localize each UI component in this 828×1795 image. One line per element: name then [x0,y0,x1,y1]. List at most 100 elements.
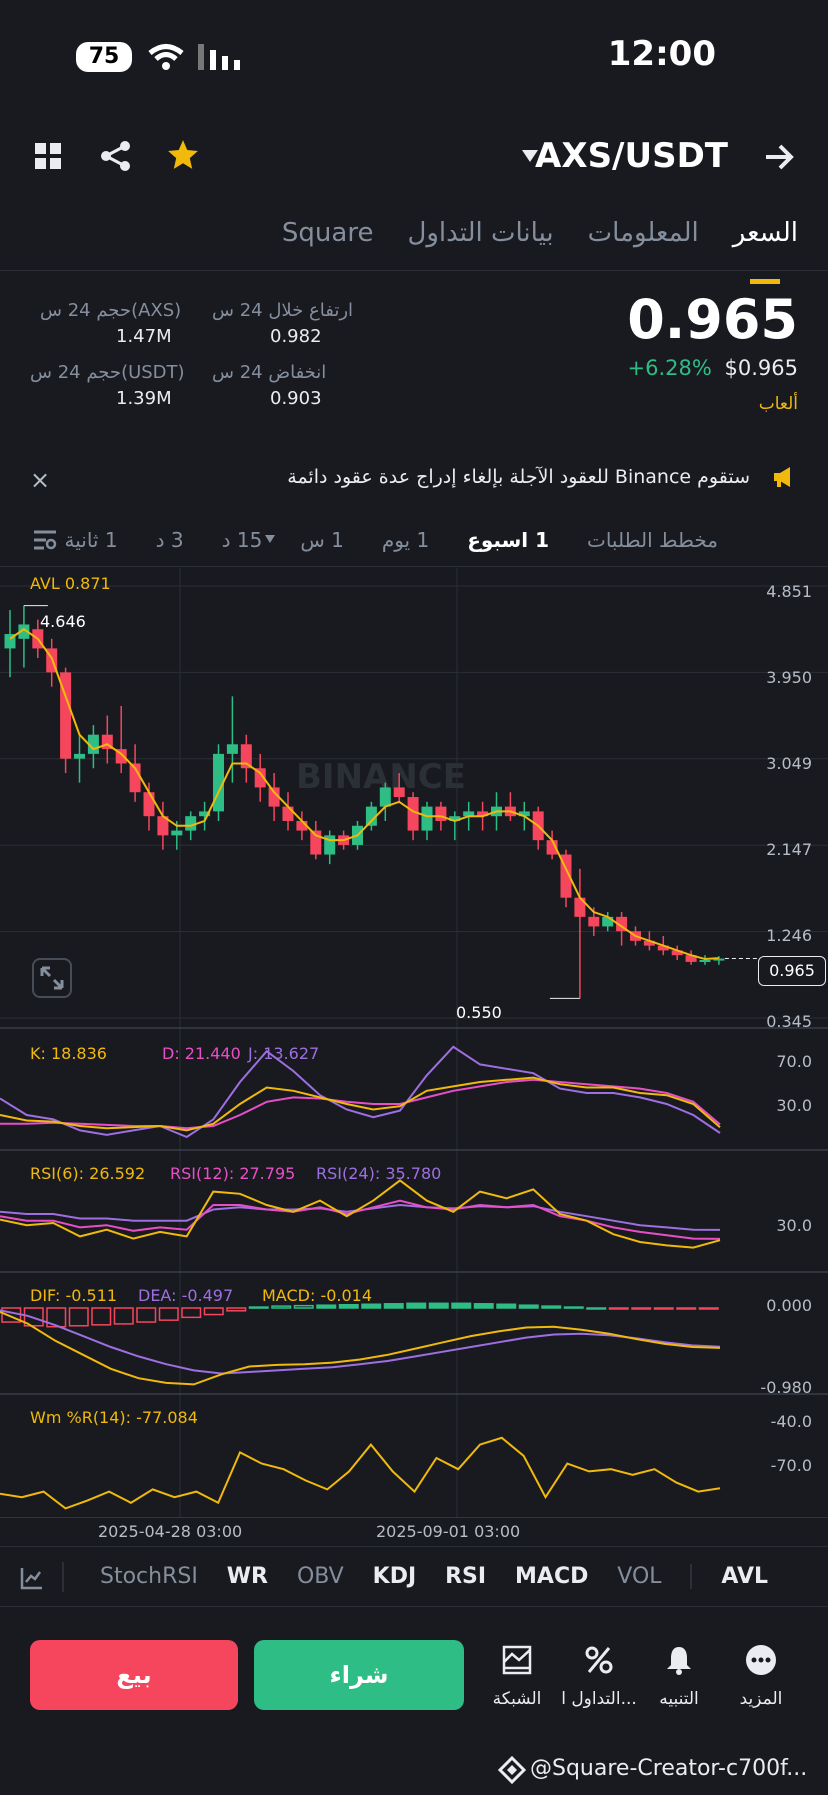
macd-histogram-bar [496,1303,517,1309]
trading-pair-title[interactable]: AXS/USDT [535,136,728,176]
indicator-tab-avl[interactable]: AVL [721,1564,768,1589]
usd-price: $0.965 [724,356,798,380]
status-bar: 75 12:00 [0,0,828,112]
tab-info[interactable]: المعلومات [588,218,699,268]
macd-histogram-bar [383,1303,404,1309]
macd-histogram-bar [293,1304,314,1309]
wifi-icon [148,44,184,70]
macd-histogram-bar [518,1304,539,1309]
volume-usdt-value: 1.39M [116,388,172,409]
notice-close-button[interactable]: × [30,466,50,494]
macd-histogram-bar [428,1302,449,1309]
percent-icon [585,1646,613,1674]
macd-histogram-bar [563,1306,584,1309]
tab-square[interactable]: Square [282,218,374,268]
signal-icon [198,44,240,70]
avl-label: AVL 0.871 [30,574,111,593]
interval-3m[interactable]: 3 د [156,528,184,552]
share-icon[interactable] [100,140,132,172]
interval-15m[interactable]: 15 د [222,528,263,552]
more-button[interactable]: المزيد [716,1644,806,1709]
indicator-tab-kdj[interactable]: KDJ [373,1564,417,1589]
divider [62,1562,64,1592]
notice-text[interactable]: ستقوم Binance للعقود الآجلة بإلغاء إدراج… [287,466,750,488]
rsi6-line [0,1179,721,1249]
candle-body [393,787,405,798]
more-icon [746,1645,776,1675]
fullscreen-button[interactable] [32,958,72,998]
divider [0,1546,828,1547]
axis-label: -40.0 [770,1412,812,1431]
announcement-icon [774,467,790,487]
macd-histogram-bar [203,1307,224,1316]
candlestick-chart[interactable]: BINANCE [0,568,828,1518]
interval-1s[interactable]: 1 ثانية [65,528,118,552]
alert-label: التنبيه [659,1689,699,1709]
indicator-tab-wr[interactable]: WR [227,1564,268,1589]
order-book-chart-tab[interactable]: مخطط الطلبات [587,528,718,552]
macd-histogram-bar [631,1307,652,1310]
category-tag[interactable]: ألعاب [759,394,798,414]
macd-histogram-bar [338,1303,359,1309]
chart-settings-icon[interactable] [32,528,58,552]
trading-bot-label: التداول ا... [561,1689,637,1709]
forward-arrow-icon[interactable] [762,140,796,174]
axis-label: 0.000 [766,1296,812,1315]
macd-value-label: MACD: -0.014 [262,1286,373,1305]
clock: 12:00 [607,34,716,74]
indicator-tab-macd[interactable]: MACD [515,1564,588,1589]
axis-label: 3.950 [766,668,812,687]
interval-1h[interactable]: 1 س [300,528,344,552]
indicator-chart-icon[interactable] [20,1566,44,1590]
trading-bot-button[interactable]: التداول ا... [554,1644,644,1709]
header-bar: AXS/USDT [0,120,828,192]
macd-dea-line [0,1309,721,1375]
tab-trading-data[interactable]: بيانات التداول [407,218,553,268]
indicator-tab-vol[interactable]: VOL [617,1564,661,1589]
kdj-d-label: D: 21.440 [162,1044,241,1063]
macd-histogram-bar [226,1307,247,1312]
macd-histogram-bar [181,1307,202,1319]
macd-histogram-bar [158,1307,179,1321]
binance-logo-icon [498,1756,526,1784]
volume-axs-label: حجم 24 س(AXS) [40,300,182,321]
rsi6-label: RSI(6): 26.592 [30,1164,146,1183]
grid-menu-icon[interactable] [34,142,62,170]
grid-bot-button[interactable]: الشبكة [472,1644,562,1709]
candle-body [602,916,614,927]
indicator-tab-stochrsi[interactable]: StochRSI [100,1564,198,1589]
interval-1w[interactable]: 1 اسبوع [467,528,549,552]
volume-usdt-label: حجم 24 س(USDT) [30,362,185,383]
axis-label: -0.980 [760,1378,812,1397]
candle-body [699,959,711,962]
indicator-tab-obv[interactable]: OBV [297,1564,344,1589]
macd-histogram-bar [653,1307,674,1310]
current-price-tag: 0.965 [758,956,826,986]
last-price: 0.965 [627,288,798,351]
buy-button[interactable]: شراء [254,1640,464,1710]
axis-label: 2.147 [766,840,812,859]
kdj-j-label: J: 13.627 [248,1044,320,1063]
price-change-percent: +6.28% [627,356,712,380]
axis-label: 3.049 [766,754,812,773]
low-24h-label: انخفاض 24 س [212,362,327,383]
axis-label: -70.0 [770,1456,812,1475]
dropdown-caret-icon [265,535,275,543]
grid-bot-icon [502,1645,532,1675]
indicator-tabs: AVL VOL MACD RSI KDJ OBV WR StochRSI [100,1564,768,1589]
favorite-star-icon[interactable] [166,138,200,172]
high-marker: 4.646 [40,612,86,631]
interval-1d[interactable]: 1 يوم [382,528,429,552]
tab-price[interactable]: السعر [733,218,798,268]
indicator-tab-rsi[interactable]: RSI [445,1564,486,1589]
alert-button[interactable]: التنبيه [634,1644,724,1709]
candle-body [435,806,447,821]
macd-histogram-bar [113,1307,134,1325]
sell-button[interactable]: بيع [30,1640,238,1710]
date-label: 2025-09-01 03:00 [376,1522,521,1541]
macd-histogram-bar [248,1306,269,1309]
high-24h-value: 0.982 [270,326,322,347]
macd-histogram-bar [473,1303,494,1309]
candle-body [588,916,600,927]
divider [690,1564,693,1589]
